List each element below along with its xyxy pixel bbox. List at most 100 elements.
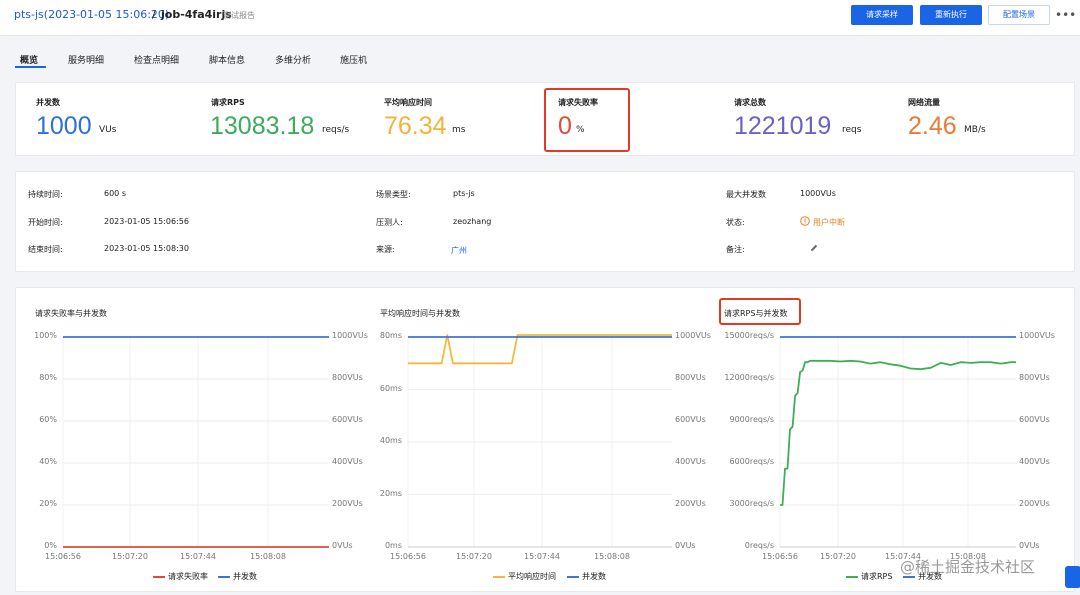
- tester-label: 压测人:: [376, 218, 403, 227]
- kpi-label-total-requests: 请求总数: [734, 98, 766, 107]
- legend-concurrency-2: 并发数: [567, 571, 606, 582]
- y-right-tick-label: 0VUs: [675, 541, 696, 550]
- y-right-tick-label: 1000VUs: [675, 331, 711, 340]
- watermark-text: @稀土掘金技术社区: [900, 558, 1036, 576]
- x-tick-label: 15:07:20: [456, 552, 492, 561]
- warning-circle-icon: [800, 216, 810, 227]
- y-left-tick-label: 9000reqs/s: [729, 415, 774, 424]
- kpi-label-failure-rate: 请求失败率: [558, 98, 598, 107]
- top-header: pts-js(2023-01-05 15:06:20) / job-4fa4ir…: [0, 0, 1080, 36]
- duration-label: 持续时间:: [28, 190, 63, 199]
- legend-swatch: [153, 575, 165, 578]
- scene-breadcrumb-link[interactable]: pts-js(2023-01-05 15:06:20): [14, 8, 169, 21]
- y-right-tick-label: 400VUs: [675, 457, 706, 466]
- y-left-tick-label: 40ms: [379, 436, 402, 445]
- y-left-tick-label: 40%: [39, 457, 57, 466]
- scene-type-label: 场景类型:: [376, 190, 411, 199]
- x-tick-label: 15:06:56: [762, 552, 798, 561]
- tab-script-info[interactable]: 脚本信息: [209, 53, 245, 66]
- legend-label: 并发数: [233, 572, 257, 581]
- y-right-tick-label: 800VUs: [675, 373, 706, 382]
- x-tick-label: 15:07:44: [524, 552, 560, 561]
- x-tick-label: 15:08:08: [594, 552, 630, 561]
- legend-swatch: [567, 575, 579, 578]
- pencil-icon[interactable]: [809, 243, 819, 255]
- kpi-value-avg-response: 76.34: [384, 112, 447, 140]
- y-left-tick-label: 60%: [39, 415, 57, 424]
- more-icon[interactable]: •••: [1055, 5, 1076, 25]
- x-tick-label: 15:07:20: [112, 552, 148, 561]
- tab-load-generator[interactable]: 施压机: [340, 53, 367, 66]
- legend-label: 请求失败率: [168, 572, 208, 581]
- y-right-tick-label: 400VUs: [332, 457, 363, 466]
- tab-checkpoint-detail[interactable]: 检查点明细: [134, 53, 179, 66]
- kpi-value-failure-rate: 0: [558, 112, 572, 140]
- legend-label: 请求RPS: [861, 572, 893, 581]
- y-right-tick-label: 800VUs: [332, 373, 363, 382]
- kpi-value-rps: 13083.18: [210, 112, 315, 140]
- y-right-tick-label: 1000VUs: [332, 331, 368, 340]
- kpi-value-network-traffic: 2.46: [908, 112, 957, 140]
- source-value: 广州: [451, 246, 467, 255]
- legend-swatch: [846, 575, 858, 578]
- kpi-value-total-requests: 1221019: [734, 112, 832, 140]
- y-right-tick-label: 400VUs: [1019, 457, 1050, 466]
- y-right-tick-label: 200VUs: [1019, 499, 1050, 508]
- legend-failure-rate: 请求失败率: [153, 571, 208, 582]
- tab-service-detail[interactable]: 服务明细: [68, 53, 104, 66]
- start-time-value: 2023-01-05 15:06:56: [104, 217, 189, 226]
- floating-app-icon[interactable]: [1065, 566, 1080, 588]
- y-right-tick-label: 800VUs: [1019, 373, 1050, 382]
- tab-overview[interactable]: 概览: [20, 53, 38, 66]
- config-scene-button[interactable]: 配置场景: [988, 5, 1050, 25]
- y-right-tick-label: 0VUs: [1019, 541, 1040, 550]
- kpi-unit-concurrency: VUs: [99, 125, 117, 135]
- kpi-unit-network-traffic: MB/s: [964, 125, 986, 135]
- end-time-label: 结束时间:: [28, 245, 63, 254]
- legend-label: 并发数: [582, 572, 606, 581]
- legend-label: 平均响应时间: [508, 572, 556, 581]
- legend-rps: 请求RPS: [846, 571, 892, 582]
- x-tick-label: 15:07:44: [180, 552, 216, 561]
- y-left-tick-label: 20ms: [379, 488, 402, 498]
- rerun-button[interactable]: 重新执行: [920, 5, 982, 25]
- x-tick-label: 15:06:56: [45, 552, 81, 561]
- request-sample-button[interactable]: 请求采样: [851, 5, 913, 25]
- y-left-tick-label: 0%: [44, 541, 57, 550]
- kpi-unit-failure-rate: %: [576, 125, 585, 135]
- y-left-tick-label: 0ms: [384, 541, 402, 550]
- active-tab-indicator: [15, 66, 46, 68]
- y-left-tick-label: 6000reqs/s: [729, 457, 774, 466]
- y-right-tick-label: 1000VUs: [1019, 331, 1055, 340]
- y-right-tick-label: 200VUs: [675, 499, 706, 508]
- chart-title-failure: 请求失败率与并发数: [35, 309, 107, 318]
- status-value: 用户中断: [813, 218, 845, 227]
- kpi-unit-rps: reqs/s: [322, 125, 350, 135]
- kpi-label-concurrency: 并发数: [36, 98, 60, 107]
- tester-value: zeozhang: [453, 217, 492, 226]
- kpi-value-concurrency: 1000: [36, 112, 92, 140]
- legend-concurrency-1: 并发数: [218, 571, 257, 582]
- kpi-unit-total-requests: reqs: [842, 125, 862, 135]
- max-concurrency-label: 最大并发数: [726, 190, 766, 199]
- tab-multi-analysis[interactable]: 多维分析: [275, 53, 311, 66]
- job-id-title: job-4fa4irjs: [161, 8, 232, 21]
- start-time-label: 开始时间:: [28, 218, 63, 227]
- y-right-tick-label: 600VUs: [332, 415, 363, 424]
- breadcrumb-separator: /: [152, 8, 156, 21]
- y-left-tick-label: 80%: [39, 373, 57, 382]
- y-left-tick-label: 100%: [34, 331, 57, 340]
- note-label: 备注:: [726, 245, 745, 254]
- legend-avg-response: 平均响应时间: [493, 571, 556, 582]
- charts-card: [15, 287, 1075, 592]
- max-concurrency-value: 1000VUs: [800, 189, 836, 198]
- y-left-tick-label: 0reqs/s: [744, 541, 774, 550]
- status-label: 状态:: [726, 218, 745, 227]
- chart-title-response: 平均响应时间与并发数: [380, 309, 460, 318]
- y-left-tick-label: 15000reqs/s: [724, 331, 774, 340]
- kpi-label-rps: 请求RPS: [211, 98, 245, 107]
- kpi-label-avg-response: 平均响应时间: [384, 98, 432, 107]
- y-right-tick-label: 0VUs: [332, 541, 353, 550]
- y-left-tick-label: 80ms: [379, 331, 402, 340]
- chart-title-rps: 请求RPS与并发数: [724, 309, 788, 318]
